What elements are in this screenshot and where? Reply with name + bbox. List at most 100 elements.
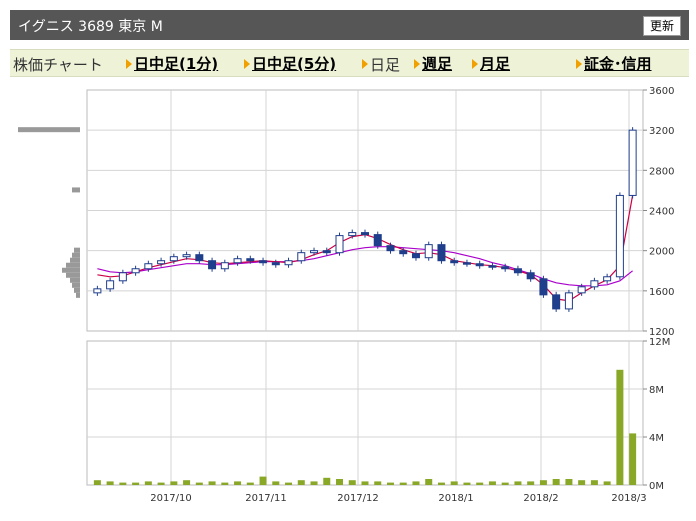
candle-body: [628, 129, 637, 196]
volume-bar: [539, 480, 547, 485]
volume-bar: [106, 481, 114, 485]
volume-bar: [399, 482, 407, 485]
x-tick-label: 2017/11: [245, 493, 287, 504]
candle-body: [552, 294, 561, 310]
volume-tick-label: 8M: [649, 385, 664, 396]
candle-body: [322, 250, 331, 254]
candle-body: [93, 288, 102, 294]
stock-chart: 2017/10 2017/11 2017/12 2018/1 2018/2 2018/3 3…: [18, 86, 674, 504]
volume-bar: [616, 369, 624, 485]
price-profile-bar: [72, 282, 80, 288]
candle-body: [615, 194, 624, 278]
candle-body: [271, 262, 280, 266]
candle-body: [577, 286, 586, 294]
candle-body: [475, 263, 484, 267]
volume-bar: [259, 476, 267, 485]
candle-body: [373, 234, 382, 247]
volume-bar: [336, 479, 344, 485]
volume-bar: [221, 482, 229, 485]
candle-body: [310, 250, 319, 254]
price-profile-bar: [66, 262, 80, 268]
candle-body: [131, 268, 140, 274]
price-profile-bar: [76, 292, 80, 298]
candle-body: [157, 260, 166, 265]
candle-body: [488, 265, 497, 268]
candle-body: [590, 280, 599, 288]
volume-bar: [234, 481, 242, 485]
candle-body: [539, 278, 548, 296]
candle-body: [233, 258, 242, 264]
volume-bar: [412, 481, 420, 485]
volume-bar: [488, 481, 496, 485]
x-tick-label: 2018/2: [523, 493, 558, 504]
volume-bar: [578, 480, 586, 485]
volume-bar: [603, 481, 611, 485]
volume-bar: [527, 481, 535, 485]
price-tick-label: 3200: [649, 126, 674, 137]
volume-bar: [374, 481, 382, 485]
price-profile-bar: [70, 257, 80, 263]
x-tick-label: 2018/3: [611, 493, 646, 504]
candle-body: [284, 260, 293, 266]
candle-body: [169, 256, 178, 262]
volume-bar: [425, 479, 433, 485]
volume-bar: [552, 479, 560, 485]
candle-body: [564, 292, 573, 310]
price-profile-bar: [74, 287, 80, 293]
volume-bar: [93, 480, 101, 485]
volume-bar: [629, 433, 637, 485]
candle-body: [501, 266, 510, 270]
volume-bar: [195, 482, 203, 485]
candle-body: [386, 245, 395, 252]
candle-body: [195, 254, 204, 262]
candle-body: [399, 250, 408, 255]
price-tick-label: 2800: [649, 166, 674, 177]
price-profile-bar: [18, 127, 80, 133]
candle-body: [526, 272, 535, 280]
candle-body: [335, 235, 344, 254]
volume-bar: [285, 482, 293, 485]
volume-bar: [361, 481, 369, 485]
volume-bar: [208, 481, 216, 485]
candle-body: [118, 272, 127, 282]
volume-bar: [565, 479, 573, 485]
candle-body: [603, 276, 612, 282]
volume-bar: [514, 481, 522, 485]
volume-bar: [463, 482, 471, 485]
candle-body: [450, 260, 459, 264]
volume-bar: [119, 482, 127, 485]
candle-body: [360, 232, 370, 236]
price-tick-label: 2400: [649, 207, 674, 218]
price-profile-bar: [66, 272, 80, 278]
candle-body: [348, 232, 357, 237]
volume-bar: [144, 481, 152, 485]
candle-body: [259, 260, 268, 264]
volume-bar: [450, 481, 458, 485]
volume-panel: [86, 340, 644, 486]
volume-bar: [297, 480, 305, 485]
x-tick-label: 2017/12: [337, 493, 379, 504]
candle-body: [424, 244, 433, 259]
candle-body: [411, 253, 420, 259]
volume-bar: [272, 481, 280, 485]
volume-bar: [386, 482, 394, 485]
candle-body: [220, 262, 229, 270]
volume-bar: [246, 482, 254, 485]
volume-bar: [437, 482, 445, 485]
volume-tick-label: 0M: [649, 481, 664, 492]
price-profile-bar: [74, 247, 80, 253]
volume-bar: [157, 482, 165, 485]
candle-body: [106, 280, 115, 290]
candle-body: [208, 260, 217, 270]
price-tick-label: 1600: [649, 287, 674, 298]
volume-bar: [501, 482, 509, 485]
candle-body: [462, 262, 471, 265]
price-profile-bar: [62, 267, 80, 273]
price-tick-label: 2000: [649, 247, 674, 258]
price-tick-label: 3600: [649, 86, 674, 97]
candle-body: [246, 258, 255, 262]
candle-body: [297, 252, 306, 262]
volume-bar: [183, 480, 191, 485]
candle-body: [437, 244, 446, 262]
price-profile-bar: [72, 252, 80, 258]
